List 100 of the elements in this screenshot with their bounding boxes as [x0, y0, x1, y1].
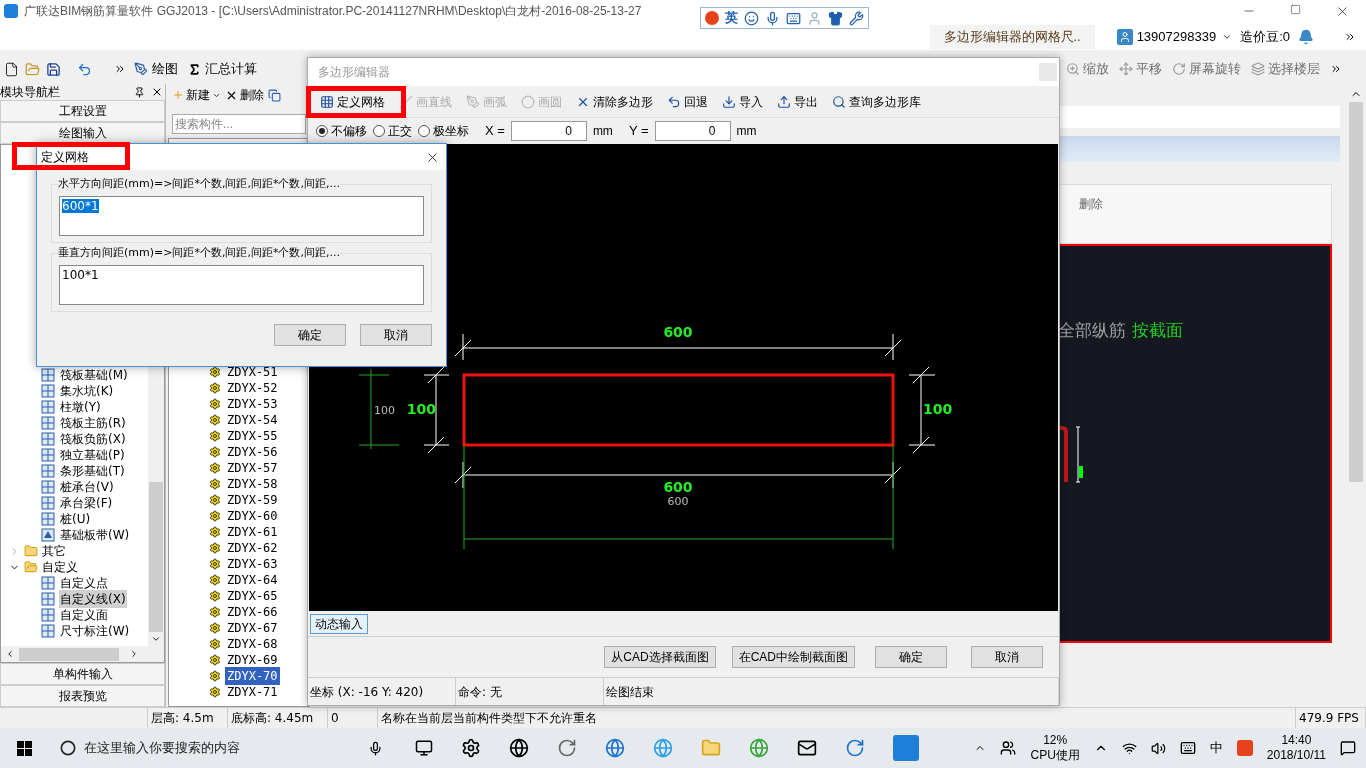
tree-item[interactable]: 筏板基础(M)	[59, 366, 129, 384]
delete-button[interactable]: 删除	[225, 86, 264, 104]
clock-date[interactable]: 2018/10/11	[1266, 748, 1326, 763]
mail-icon[interactable]	[797, 738, 817, 758]
dialog-button[interactable]: 取消	[360, 324, 432, 346]
globe-icon[interactable]	[509, 738, 529, 758]
tree-item[interactable]: 自定义点	[59, 574, 109, 592]
spacing-field[interactable]: 600*1	[59, 196, 424, 236]
tool-button[interactable]: 导入	[722, 92, 763, 111]
input-method[interactable]: 中	[1209, 738, 1223, 758]
overflow-icon[interactable]	[1344, 31, 1356, 43]
toolbar-button[interactable]: 汇总计算	[186, 59, 259, 79]
tree-item[interactable]: 自定义线(X)	[59, 590, 127, 608]
coordinate-field[interactable]: 0	[510, 121, 587, 141]
tool-button[interactable]: 导出	[777, 92, 818, 111]
scroll-left-icon[interactable]	[5, 649, 15, 659]
wrench-icon[interactable]	[849, 10, 864, 26]
component-list-item[interactable]: ZDYX-54	[225, 411, 280, 429]
component-list-item[interactable]: ZDYX-52	[225, 379, 280, 397]
delete-button[interactable]: 删除	[1079, 195, 1103, 213]
tool-button[interactable]: 查询多边形库	[832, 92, 921, 111]
component-list-item[interactable]: ZDYX-57	[225, 459, 280, 477]
component-list-item[interactable]: ZDYX-65	[225, 587, 280, 605]
tree-item[interactable]: 独立基础(P)	[59, 446, 126, 464]
dialog-button[interactable]: 确定	[875, 646, 947, 668]
scroll-right-icon[interactable]	[129, 649, 139, 659]
component-list-item[interactable]: ZDYX-71	[225, 683, 280, 701]
taskbar-search-field[interactable]: 在这里输入你要搜索的内容	[48, 728, 358, 768]
toolbar-button[interactable]: 绘图	[132, 59, 180, 79]
component-list-item[interactable]: ZDYX-60	[225, 507, 280, 525]
tree-item[interactable]: 承台梁(F)	[59, 494, 114, 512]
help-tab[interactable]: 多边形编辑器的网格尺..	[929, 25, 1095, 49]
scroll-down-icon[interactable]	[151, 634, 161, 644]
save-icon[interactable]	[46, 61, 61, 77]
dialog-button[interactable]: 从CAD选择截面图	[604, 646, 716, 668]
radio-button[interactable]	[418, 125, 430, 137]
tree-item[interactable]: 桩承台(V)	[59, 478, 115, 496]
tree-item[interactable]: 基础板带(W)	[59, 526, 131, 544]
search-field[interactable]: 搜索构件...	[172, 114, 306, 134]
tree-item[interactable]: 桩(U)	[59, 510, 92, 528]
keyboard-icon[interactable]	[786, 10, 801, 26]
tree-item[interactable]: 筏板主筋(R)	[59, 414, 127, 432]
radio-button[interactable]	[316, 125, 328, 137]
overflow-icon[interactable]	[114, 63, 126, 75]
nav-section-button[interactable]: 工程设置	[0, 100, 165, 122]
component-list-item[interactable]: ZDYX-56	[225, 443, 280, 461]
tree-item[interactable]: 自定义面	[59, 606, 109, 624]
microphone-icon[interactable]	[368, 740, 383, 756]
new-button[interactable]: 新建	[172, 86, 221, 104]
component-list-item[interactable]: ZDYX-53	[225, 395, 280, 413]
dialog-button[interactable]: 确定	[274, 324, 346, 346]
tree-item[interactable]: 集水坑(K)	[59, 382, 115, 400]
component-list-item[interactable]: ZDYX-68	[225, 635, 280, 653]
component-list-item[interactable]: ZDYX-55	[225, 427, 280, 445]
ime-logo-icon[interactable]	[1236, 740, 1253, 756]
component-list-item[interactable]: ZDYX-62	[225, 539, 280, 557]
clock-time[interactable]: 14:40	[1281, 733, 1312, 748]
close-icon[interactable]	[151, 86, 163, 98]
dynamic-input-button[interactable]: 动态输入	[310, 613, 368, 634]
component-list-item[interactable]: ZDYX-70	[225, 667, 280, 685]
pin-icon[interactable]	[134, 86, 145, 98]
component-list-item[interactable]: ZDYX-58	[225, 475, 280, 493]
bell-icon[interactable]	[1298, 29, 1314, 45]
dialog-button[interactable]: 取消	[971, 646, 1043, 668]
spacing-field[interactable]: 100*1	[59, 265, 424, 305]
tree-item[interactable]: 条形基础(T)	[59, 462, 126, 480]
component-list-item[interactable]: ZDYX-59	[225, 491, 280, 509]
volume-icon[interactable]	[1150, 740, 1166, 756]
new-file-icon[interactable]	[4, 61, 19, 77]
input-mode[interactable]: 英	[725, 8, 738, 28]
tool-button[interactable]: 回退	[667, 92, 708, 111]
component-list-item[interactable]: ZDYX-63	[225, 555, 280, 573]
component-list-item[interactable]: ZDYX-66	[225, 603, 280, 621]
nav-section-button[interactable]: 单构件输入	[0, 663, 165, 685]
component-list-item[interactable]: ZDYX-61	[225, 523, 280, 541]
component-list-item[interactable]: ZDYX-69	[225, 651, 280, 669]
keyboard-icon[interactable]	[1179, 740, 1196, 756]
dialog-button[interactable]: 在CAD中绘制截面图	[731, 646, 855, 668]
wifi-icon[interactable]	[1121, 740, 1137, 756]
component-list-item[interactable]: ZDYX-67	[225, 619, 280, 637]
people-icon[interactable]	[1000, 740, 1017, 756]
overflow-icon[interactable]	[1330, 63, 1342, 75]
smile-icon[interactable]	[744, 10, 759, 26]
horizontal-scrollbar[interactable]	[1, 646, 164, 662]
coordinate-field[interactable]: 0	[654, 121, 731, 141]
component-list-item[interactable]: ZDYX-64	[225, 571, 280, 589]
user-account[interactable]: 13907298339	[1136, 27, 1217, 47]
undo-icon[interactable]	[77, 61, 92, 77]
radio-button[interactable]	[373, 125, 385, 137]
tree-item[interactable]: 柱墩(Y)	[59, 398, 102, 416]
notification-icon[interactable]	[1340, 740, 1356, 756]
shirt-icon[interactable]	[828, 10, 843, 26]
tree-item[interactable]: 筏板负筋(X)	[59, 430, 127, 448]
microphone-icon[interactable]	[765, 10, 780, 26]
tool-button[interactable]: 定义网格	[320, 92, 385, 111]
nav-section-button[interactable]: 报表预览	[0, 685, 165, 707]
tree-item[interactable]: 尺寸标注(W)	[59, 622, 131, 640]
tree-folder[interactable]: 自定义	[42, 558, 78, 576]
restore-icon[interactable]	[1290, 3, 1301, 15]
copy-icon[interactable]	[268, 88, 281, 102]
